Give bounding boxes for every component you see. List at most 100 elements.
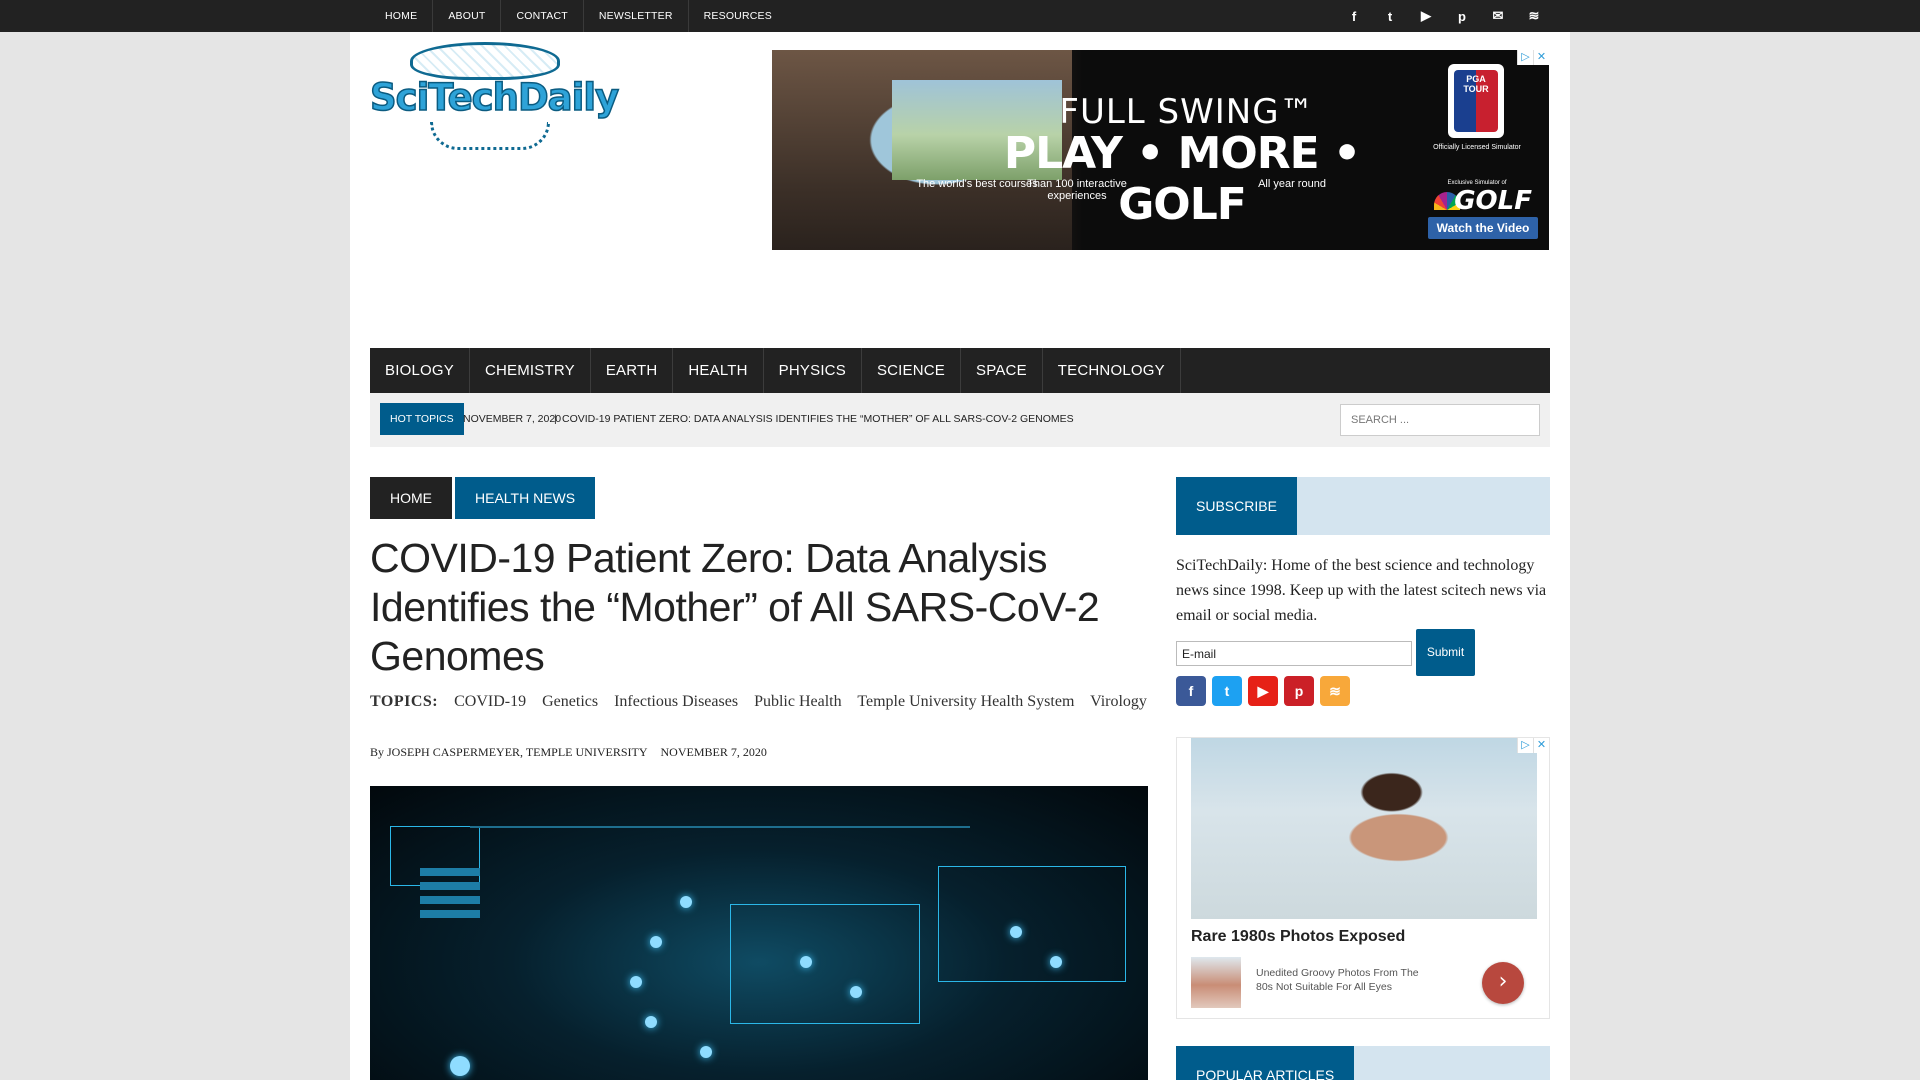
breadcrumb-home[interactable]: HOME [370, 477, 452, 519]
nav-technology[interactable]: TECHNOLOGY [1043, 348, 1181, 393]
hud-bar [420, 910, 480, 918]
popular-articles-header: POPULAR ARTICLES [1176, 1046, 1550, 1080]
watch-video-button[interactable]: Watch the Video [1428, 217, 1538, 239]
article-byline: By JOSEPH CASPERMEYER, TEMPLE UNIVERSITY… [370, 745, 767, 760]
sidebar-ad[interactable]: ▷ ✕ Rare 1980s Photos Exposed Unedited G… [1176, 737, 1550, 1019]
nav-chemistry[interactable]: CHEMISTRY [470, 348, 591, 393]
rss-icon[interactable]: ≋ [1320, 676, 1350, 706]
nav-space[interactable]: SPACE [961, 348, 1043, 393]
dna-node [1010, 926, 1022, 938]
hot-topics-date: NOVEMBER 7, 2020 [463, 413, 562, 425]
sidebar-ad-description[interactable]: Unedited Groovy Photos From The 80s Not … [1256, 966, 1436, 994]
hud-panel [730, 904, 920, 1024]
brain-logo-graphic [410, 42, 560, 80]
dna-node [680, 896, 692, 908]
nav-physics[interactable]: PHYSICS [764, 348, 862, 393]
dna-node [630, 976, 642, 988]
dna-node [650, 936, 662, 948]
banner-ad[interactable]: FULL SWING™ PLAY • MORE • GOLF The world… [772, 50, 1549, 250]
facebook-icon[interactable]: f [1336, 0, 1372, 32]
nav-science[interactable]: SCIENCE [862, 348, 962, 393]
site-logo[interactable]: SciTechDaily [369, 40, 620, 152]
hud-bar [420, 896, 480, 904]
ad-sub-3: All year round [1258, 178, 1326, 190]
page-wrapper: SciTechDaily FULL SWING™ PLAY • MORE • G… [350, 32, 1570, 1080]
particle-cluster [450, 1056, 470, 1076]
twitter-icon[interactable]: t [1372, 0, 1408, 32]
hot-topics-bar: HOT TOPICS NOVEMBER 7, 2020 | COVID-19 P… [370, 393, 1550, 447]
top-social-links: f t ▶ p ✉ ≋ [1336, 0, 1552, 32]
breadcrumb: HOME HEALTH NEWS [370, 477, 598, 519]
nav-health[interactable]: HEALTH [673, 348, 764, 393]
subscribe-header: SUBSCRIBE [1176, 477, 1550, 535]
chevron-right-icon[interactable]: › [1482, 962, 1524, 1004]
close-ad-icon[interactable]: ✕ [1533, 50, 1549, 65]
pga-tour-text: PGA TOUR [1454, 70, 1498, 132]
sidebar-social-links: f t ▶ p ≋ [1176, 676, 1356, 706]
adchoices-icon[interactable]: ▷ [1517, 738, 1533, 753]
topic-link[interactable]: COVID-19 [454, 693, 526, 710]
pga-tour-logo: PGA TOUR [1448, 64, 1504, 138]
breadcrumb-health-news[interactable]: HEALTH NEWS [455, 477, 596, 519]
top-nav-about[interactable]: ABOUT [433, 0, 502, 32]
hot-topics-link[interactable]: COVID-19 PATIENT ZERO: DATA ANALYSIS IDE… [562, 403, 1074, 435]
rss-icon[interactable]: ≋ [1516, 0, 1552, 32]
top-nav-resources[interactable]: RESOURCES [689, 0, 787, 32]
adchoices: ▷ ✕ [1517, 738, 1549, 753]
youtube-icon[interactable]: ▶ [1408, 0, 1444, 32]
email-icon[interactable]: ✉ [1480, 0, 1516, 32]
pinterest-icon[interactable]: p [1284, 676, 1314, 706]
topic-link[interactable]: Temple University Health System [857, 693, 1074, 710]
topic-link[interactable]: Genetics [542, 693, 598, 710]
hud-bar [420, 868, 480, 876]
hud-line [470, 826, 970, 828]
email-field[interactable] [1176, 641, 1412, 666]
adchoices: ▷ ✕ [1517, 50, 1549, 65]
article-title: COVID-19 Patient Zero: Data Analysis Ide… [370, 535, 1100, 679]
top-nav-home[interactable]: HOME [370, 0, 434, 32]
dna-node [850, 986, 862, 998]
ad-licensed: Officially Licensed Simulator [1433, 144, 1521, 151]
dna-node [645, 1016, 657, 1028]
dna-node [800, 956, 812, 968]
twitter-icon[interactable]: t [1212, 676, 1242, 706]
ad-brand: FULL SWING™ [1059, 92, 1315, 132]
hud-panel [938, 866, 1126, 982]
youtube-icon[interactable]: ▶ [1248, 676, 1278, 706]
nav-biology[interactable]: BIOLOGY [370, 348, 470, 393]
search-input[interactable] [1340, 404, 1540, 436]
close-ad-icon[interactable]: ✕ [1533, 738, 1549, 753]
top-nav-newsletter[interactable]: NEWSLETTER [584, 0, 689, 32]
ad-photo [1191, 738, 1537, 919]
main-nav: BIOLOGY CHEMISTRY EARTH HEALTH PHYSICS S… [370, 348, 1550, 393]
facebook-icon[interactable]: f [1176, 676, 1206, 706]
top-nav-contact[interactable]: CONTACT [501, 0, 584, 32]
submit-button[interactable]: Submit [1416, 629, 1475, 676]
article-hero-image [370, 786, 1148, 1080]
sidebar-ad-thumbnail [1191, 957, 1241, 1008]
article-date: NOVEMBER 7, 2020 [660, 745, 767, 759]
adchoices-icon[interactable]: ▷ [1517, 50, 1533, 65]
topic-link[interactable]: Virology [1090, 693, 1147, 710]
subscribe-text: SciTechDaily: Home of the best science a… [1176, 557, 1547, 624]
article-topics: TOPICS: COVID-19 Genetics Infectious Dis… [370, 687, 1160, 716]
hud-panel [390, 826, 480, 886]
hud-bar [420, 882, 480, 890]
article-author[interactable]: JOSEPH CASPERMEYER, TEMPLE UNIVERSITY [387, 745, 647, 759]
sidebar-ad-headline[interactable]: Rare 1980s Photos Exposed [1191, 928, 1405, 946]
dna-node [700, 1046, 712, 1058]
topic-link[interactable]: Infectious Diseases [614, 693, 738, 710]
ad-golf-logo: GOLF [1454, 186, 1532, 216]
hot-topics-separator: | [554, 413, 557, 425]
top-bar: HOME ABOUT CONTACT NEWSLETTER RESOURCES … [0, 0, 1920, 32]
subscribe-title: SUBSCRIBE [1176, 477, 1297, 535]
ad-sub-2: Than 100 interactive experiences [1027, 178, 1127, 202]
byline-prefix: By [370, 745, 385, 759]
hot-topics-label: HOT TOPICS [380, 403, 464, 435]
dna-node [1050, 956, 1062, 968]
popular-articles-title: POPULAR ARTICLES [1176, 1046, 1355, 1080]
pinterest-icon[interactable]: p [1444, 0, 1480, 32]
circuit-roots-graphic [430, 122, 550, 150]
topic-link[interactable]: Public Health [754, 693, 842, 710]
nav-earth[interactable]: EARTH [591, 348, 674, 393]
